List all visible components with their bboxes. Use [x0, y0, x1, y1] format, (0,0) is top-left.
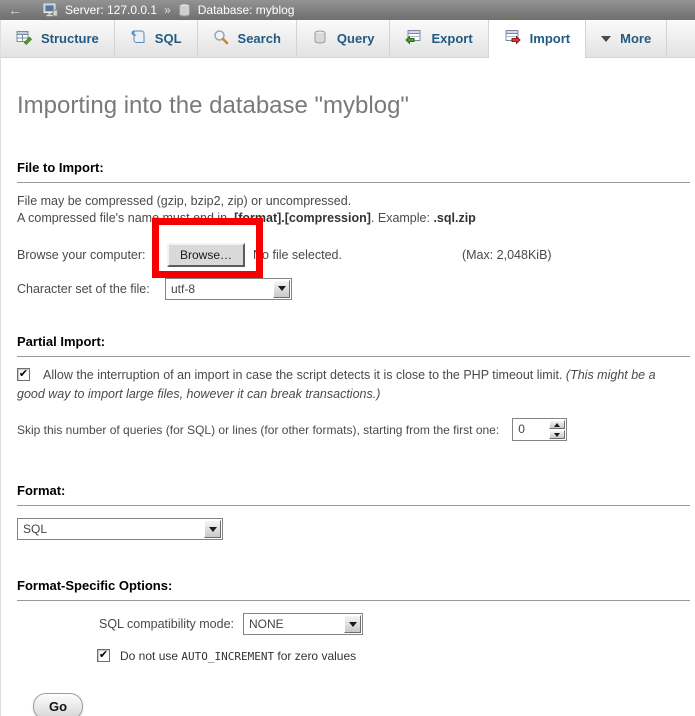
allow-interrupt-text: Allow the interruption of an import in c…: [43, 368, 566, 382]
spinner-up-icon: [554, 423, 560, 427]
auto-increment-checkbox[interactable]: [97, 649, 110, 662]
tab-import[interactable]: Import: [489, 20, 586, 57]
format-select[interactable]: SQL: [17, 518, 223, 540]
auto-increment-option: Do not use AUTO_INCREMENT for zero value…: [97, 649, 690, 663]
tab-label: SQL: [155, 31, 182, 46]
spinner-down-button[interactable]: [549, 430, 565, 439]
skip-queries-label: Skip this number of queries (for SQL) or…: [17, 423, 499, 437]
tab-label: More: [620, 31, 651, 46]
sql-icon: [130, 29, 146, 48]
tab-label: Query: [337, 31, 375, 46]
section-partial-import: Partial Import:: [17, 334, 690, 357]
sql-compat-select[interactable]: NONE: [243, 613, 363, 635]
auto-increment-text-prefix: Do not use: [120, 649, 181, 663]
structure-icon: [16, 29, 32, 48]
tab-export[interactable]: Export: [390, 20, 488, 57]
tab-search[interactable]: Search: [198, 20, 297, 57]
example-filename: .sql.zip: [433, 211, 475, 225]
format-selected-value: SQL: [18, 519, 203, 539]
sql-compat-label: SQL compatibility mode:: [99, 617, 234, 631]
tab-query[interactable]: Query: [297, 20, 391, 57]
export-icon: [405, 29, 422, 48]
charset-select[interactable]: utf-8: [165, 278, 292, 300]
file-upload-row: Browse your computer: Browse… No file se…: [17, 243, 690, 267]
tab-bar: Structure SQL Search Query Export: [0, 20, 695, 58]
auto-increment-code: AUTO_INCREMENT: [181, 650, 274, 663]
import-icon: [504, 29, 521, 48]
breadcrumb-separator: »: [164, 3, 171, 17]
spinner-down-icon: [554, 433, 560, 437]
allow-interrupt-option: Allow the interruption of an import in c…: [17, 366, 690, 404]
tab-label: Import: [530, 31, 570, 46]
browse-label: Browse your computer:: [17, 248, 167, 262]
compression-note-line1: File may be compressed (gzip, bzip2, zip…: [17, 194, 351, 208]
server-icon: [43, 3, 58, 17]
database-icon: [178, 3, 191, 17]
dropdown-arrow-icon: [278, 286, 286, 291]
compat-dropdown-button[interactable]: [344, 615, 361, 633]
max-size-note: (Max: 2,048KiB): [462, 248, 552, 262]
tab-label: Search: [238, 31, 281, 46]
skip-queries-value: 0: [513, 419, 548, 440]
spinner-up-button[interactable]: [549, 420, 565, 429]
compression-note-line2: A compressed file's name must end in: [17, 211, 231, 225]
breadcrumb: ← Server: 127.0.0.1 » Database: myblog: [0, 0, 695, 20]
sql-compat-selected-value: NONE: [244, 614, 343, 634]
format-select-row: SQL: [17, 518, 690, 540]
search-icon: [213, 29, 229, 48]
go-button[interactable]: Go: [33, 693, 83, 716]
dropdown-arrow-icon: [209, 527, 217, 532]
charset-row: Character set of the file: utf-8: [17, 277, 690, 300]
format-pattern: .[format].[compression]: [231, 211, 371, 225]
tab-label: Structure: [41, 31, 99, 46]
query-icon: [312, 29, 328, 48]
dropdown-arrow-icon: [349, 622, 357, 627]
skip-queries-input[interactable]: 0: [512, 418, 567, 441]
tab-structure[interactable]: Structure: [1, 20, 115, 57]
section-file-to-import: File to Import:: [17, 160, 690, 183]
charset-label: Character set of the file:: [17, 282, 165, 296]
charset-dropdown-button[interactable]: [273, 280, 290, 298]
breadcrumb-database-link[interactable]: Database: myblog: [198, 3, 295, 17]
spinner-buttons: [549, 420, 565, 439]
section-format: Format:: [17, 483, 690, 506]
allow-interrupt-checkbox[interactable]: [17, 368, 30, 381]
charset-selected-value: utf-8: [166, 279, 272, 299]
chevron-down-icon: [601, 36, 611, 42]
auto-increment-text-suffix: for zero values: [274, 649, 356, 663]
tab-more[interactable]: More: [586, 20, 667, 57]
no-file-selected-text: No file selected.: [253, 248, 342, 262]
skip-queries-row: Skip this number of queries (for SQL) or…: [17, 418, 690, 441]
example-text: . Example:: [371, 211, 434, 225]
format-dropdown-button[interactable]: [204, 520, 221, 538]
tab-label: Export: [431, 31, 472, 46]
tab-sql[interactable]: SQL: [115, 20, 198, 57]
section-format-specific-options: Format-Specific Options:: [17, 578, 690, 601]
browse-button[interactable]: Browse…: [167, 243, 245, 267]
breadcrumb-server-link[interactable]: Server: 127.0.0.1: [65, 3, 157, 17]
import-page: ← Server: 127.0.0.1 » Database: myblog S…: [0, 0, 695, 716]
main-content: Importing into the database "myblog" Fil…: [0, 58, 695, 716]
compression-note: File may be compressed (gzip, bzip2, zip…: [17, 193, 690, 227]
sql-compat-row: SQL compatibility mode: NONE: [99, 613, 690, 635]
page-title: Importing into the database "myblog": [17, 58, 690, 120]
back-arrow-icon[interactable]: ←: [8, 3, 22, 17]
